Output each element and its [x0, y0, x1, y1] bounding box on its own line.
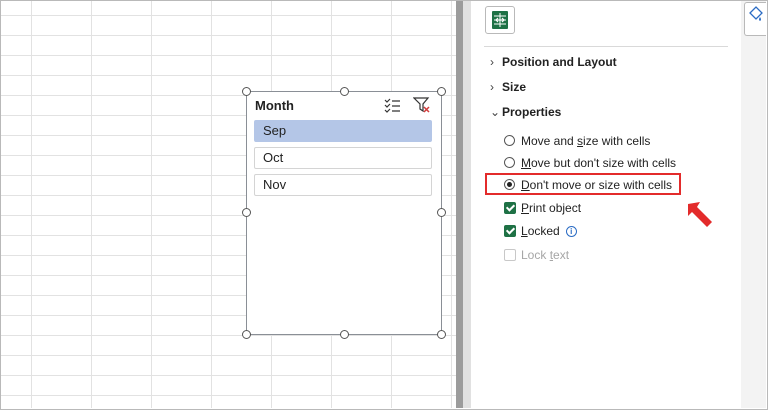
option-text: ocked — [527, 224, 560, 238]
resize-handle-bottom-right[interactable] — [437, 330, 446, 339]
section-label: Properties — [502, 105, 562, 119]
fill-bucket-icon — [749, 6, 763, 21]
clear-filter-icon[interactable] — [413, 96, 431, 114]
chevron-right-icon: › — [490, 55, 494, 69]
chevron-right-icon: › — [490, 80, 494, 94]
slicer-item-nov[interactable]: Nov — [254, 174, 432, 196]
pane-splitter[interactable] — [456, 1, 463, 408]
info-icon[interactable]: i — [565, 226, 577, 237]
resize-handle-bottom[interactable] — [340, 330, 349, 339]
resize-handle-top-right[interactable] — [437, 87, 446, 96]
option-accelerator: P — [521, 201, 530, 215]
slicer-title: Month — [255, 98, 294, 113]
resize-handle-bottom-left[interactable] — [242, 330, 251, 339]
checkbox-lock-text: Lock text — [504, 248, 569, 262]
resize-handle-left[interactable] — [242, 208, 251, 217]
multi-select-icon[interactable] — [383, 96, 401, 114]
size-properties-icon — [492, 11, 508, 29]
checkbox-print-object[interactable]: Print object — [504, 201, 581, 215]
radio-move-no-size[interactable]: Move but don't size with cells — [504, 156, 676, 170]
radio-move-and-size[interactable]: Move and size with cells — [504, 134, 650, 148]
section-label: Position and Layout — [502, 55, 617, 69]
slicer-item-sep[interactable]: Sep — [254, 120, 432, 142]
checkbox-disabled — [504, 249, 516, 261]
section-size[interactable]: › Size — [490, 80, 526, 94]
checkbox-checked[interactable] — [504, 225, 516, 237]
option-accelerator: L — [521, 224, 528, 238]
section-label: Size — [502, 80, 527, 94]
option-text: ext — [553, 248, 570, 262]
chevron-down-icon: ⌄ — [490, 105, 501, 119]
resize-handle-right[interactable] — [437, 208, 446, 217]
option-text: rint object — [529, 201, 582, 215]
format-tab[interactable] — [744, 2, 766, 36]
option-accelerator: M — [521, 156, 531, 170]
checkbox-locked[interactable]: Locked i — [504, 224, 577, 238]
checkbox-checked[interactable] — [504, 202, 516, 214]
highlight-box — [485, 173, 681, 195]
size-properties-button[interactable] — [485, 6, 515, 34]
resize-handle-top[interactable] — [340, 87, 349, 96]
option-text: Lock — [521, 248, 550, 262]
pane-tab-strip — [741, 1, 766, 408]
radio-button[interactable] — [504, 135, 515, 146]
option-text: ove but don't size with cells — [531, 156, 677, 170]
option-text: ize with cells — [583, 134, 651, 148]
pane-divider — [484, 46, 728, 47]
slicer-item-oct[interactable]: Oct — [254, 147, 432, 169]
pane-splitter-gutter — [463, 1, 471, 408]
red-arrow-icon — [688, 202, 712, 227]
month-slicer[interactable]: Month Sep Oct Nov — [246, 91, 442, 335]
resize-handle-top-left[interactable] — [242, 87, 251, 96]
option-text: Move and — [521, 134, 578, 148]
radio-button[interactable] — [504, 157, 515, 168]
section-position-layout[interactable]: › Position and Layout — [490, 55, 617, 69]
section-properties[interactable]: ⌄ Properties — [490, 105, 561, 119]
